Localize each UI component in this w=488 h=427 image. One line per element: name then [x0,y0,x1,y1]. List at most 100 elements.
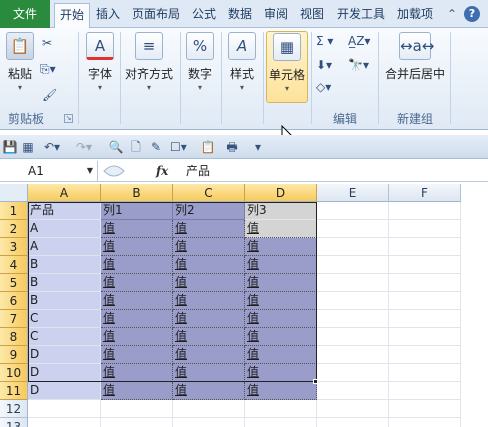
cell-d8[interactable]: 值 [245,328,317,346]
cell-d12[interactable] [245,400,317,418]
cell-a3[interactable]: A [28,238,101,256]
tab-developer[interactable]: 开发工具 [332,3,390,27]
cell-c7[interactable]: 值 [173,310,245,328]
cell-c12[interactable] [173,400,245,418]
cell-b3[interactable]: 值 [101,238,173,256]
cell-b12[interactable] [101,400,173,418]
number-button[interactable]: % 数字 ▾ [182,32,218,92]
cell-d10[interactable]: 值 [245,364,317,382]
row-header-5[interactable]: 5 [0,274,28,292]
cell-f2[interactable] [389,220,461,238]
cell-a1[interactable]: 产品 [28,202,101,220]
cell-e7[interactable] [317,310,389,328]
tab-page-layout[interactable]: 页面布局 [127,3,185,27]
checkbox-icon[interactable]: ☐▾ [170,139,187,155]
cell-d13[interactable] [245,418,317,427]
cell-e13[interactable] [317,418,389,427]
cell-b7[interactable]: 值 [101,310,173,328]
cell-b4[interactable]: 值 [101,256,173,274]
collapse-ribbon-icon[interactable]: ⌃ [444,6,460,22]
cell-c10[interactable]: 值 [173,364,245,382]
alignment-button[interactable]: ≡ 对齐方式 ▾ [122,32,176,92]
cell-b2[interactable]: 值 [101,220,173,238]
column-header-e[interactable]: E [317,184,389,202]
cell-f6[interactable] [389,292,461,310]
tab-insert[interactable]: 插入 [92,3,124,27]
cell-c2[interactable]: 值 [173,220,245,238]
cell-a13[interactable] [28,418,101,427]
format-painter-icon[interactable]: ✎ [148,139,164,155]
cell-c3[interactable]: 值 [173,238,245,256]
help-icon[interactable]: ? [464,6,480,22]
expand-handle-icon[interactable] [102,162,126,180]
customize-toolbar-icon[interactable]: ▾ [250,139,266,155]
cell-a12[interactable] [28,400,101,418]
cell-f3[interactable] [389,238,461,256]
cell-d6[interactable]: 值 [245,292,317,310]
cell-b5[interactable]: 值 [101,274,173,292]
table-icon[interactable]: ▦ [20,139,36,155]
merge-center-button[interactable]: ↔a↔ 合并后居中 [382,32,448,82]
cell-c1[interactable]: 列2 [173,202,245,220]
undo-icon[interactable]: ↶▾ [44,139,60,155]
tab-data[interactable]: 数据 [224,3,256,27]
paste-button[interactable]: 📋 粘贴 ▾ [4,32,36,92]
row-header-12[interactable]: 12 [0,400,28,418]
tab-home[interactable]: 开始 [54,3,90,29]
cell-e5[interactable] [317,274,389,292]
cell-f12[interactable] [389,400,461,418]
cell-a6[interactable]: B [28,292,101,310]
cell-e11[interactable] [317,382,389,400]
row-header-10[interactable]: 10 [0,364,28,382]
cell-a5[interactable]: B [28,274,101,292]
tab-add-ins[interactable]: 加载项 [393,3,437,27]
cell-d7[interactable]: 值 [245,310,317,328]
cell-b11[interactable]: 值 [101,382,173,400]
cell-f10[interactable] [389,364,461,382]
tab-file[interactable]: 文件 [0,0,50,28]
column-header-f[interactable]: F [389,184,461,202]
cell-f7[interactable] [389,310,461,328]
autosum-icon[interactable]: Σ ▾ [316,32,333,50]
row-header-3[interactable]: 3 [0,238,28,256]
cell-f8[interactable] [389,328,461,346]
cell-e6[interactable] [317,292,389,310]
cell-c11[interactable]: 值 [173,382,245,400]
redo-icon[interactable]: ↷▾ [76,139,92,155]
cell-d11[interactable]: 值 [245,382,317,400]
insert-function-icon[interactable]: fx [156,162,170,180]
tab-formulas[interactable]: 公式 [188,3,220,27]
cell-d5[interactable]: 值 [245,274,317,292]
font-button[interactable]: A 字体 ▾ [82,32,118,92]
dialog-launcher-icon[interactable]: ↘ [64,114,73,123]
cell-b8[interactable]: 值 [101,328,173,346]
cell-f13[interactable] [389,418,461,427]
sort-filter-icon[interactable]: A̲Z▾ [348,32,370,50]
select-all-corner[interactable] [0,184,28,202]
cell-e2[interactable] [317,220,389,238]
save-icon[interactable]: 💾 [2,139,18,155]
cell-e1[interactable] [317,202,389,220]
cell-a2[interactable]: A [28,220,101,238]
cell-f4[interactable] [389,256,461,274]
column-header-a[interactable]: A [28,184,101,202]
cell-d2[interactable]: 值 [245,220,317,238]
fill-handle[interactable] [313,379,318,384]
column-header-d[interactable]: D [245,184,317,202]
row-header-4[interactable]: 4 [0,256,28,274]
tab-view[interactable]: 视图 [296,3,328,27]
cell-a4[interactable]: B [28,256,101,274]
print-icon[interactable]: 🖶 [224,139,240,155]
cell-c5[interactable]: 值 [173,274,245,292]
cell-b1[interactable]: 列1 [101,202,173,220]
cell-b9[interactable]: 值 [101,346,173,364]
row-header-9[interactable]: 9 [0,346,28,364]
cell-e12[interactable] [317,400,389,418]
copy-icon[interactable]: ⎘▾ [40,60,56,78]
cell-c13[interactable] [173,418,245,427]
column-header-b[interactable]: B [101,184,173,202]
cell-e3[interactable] [317,238,389,256]
cell-c9[interactable]: 值 [173,346,245,364]
cell-f9[interactable] [389,346,461,364]
chevron-down-icon[interactable]: ▼ [84,161,96,181]
